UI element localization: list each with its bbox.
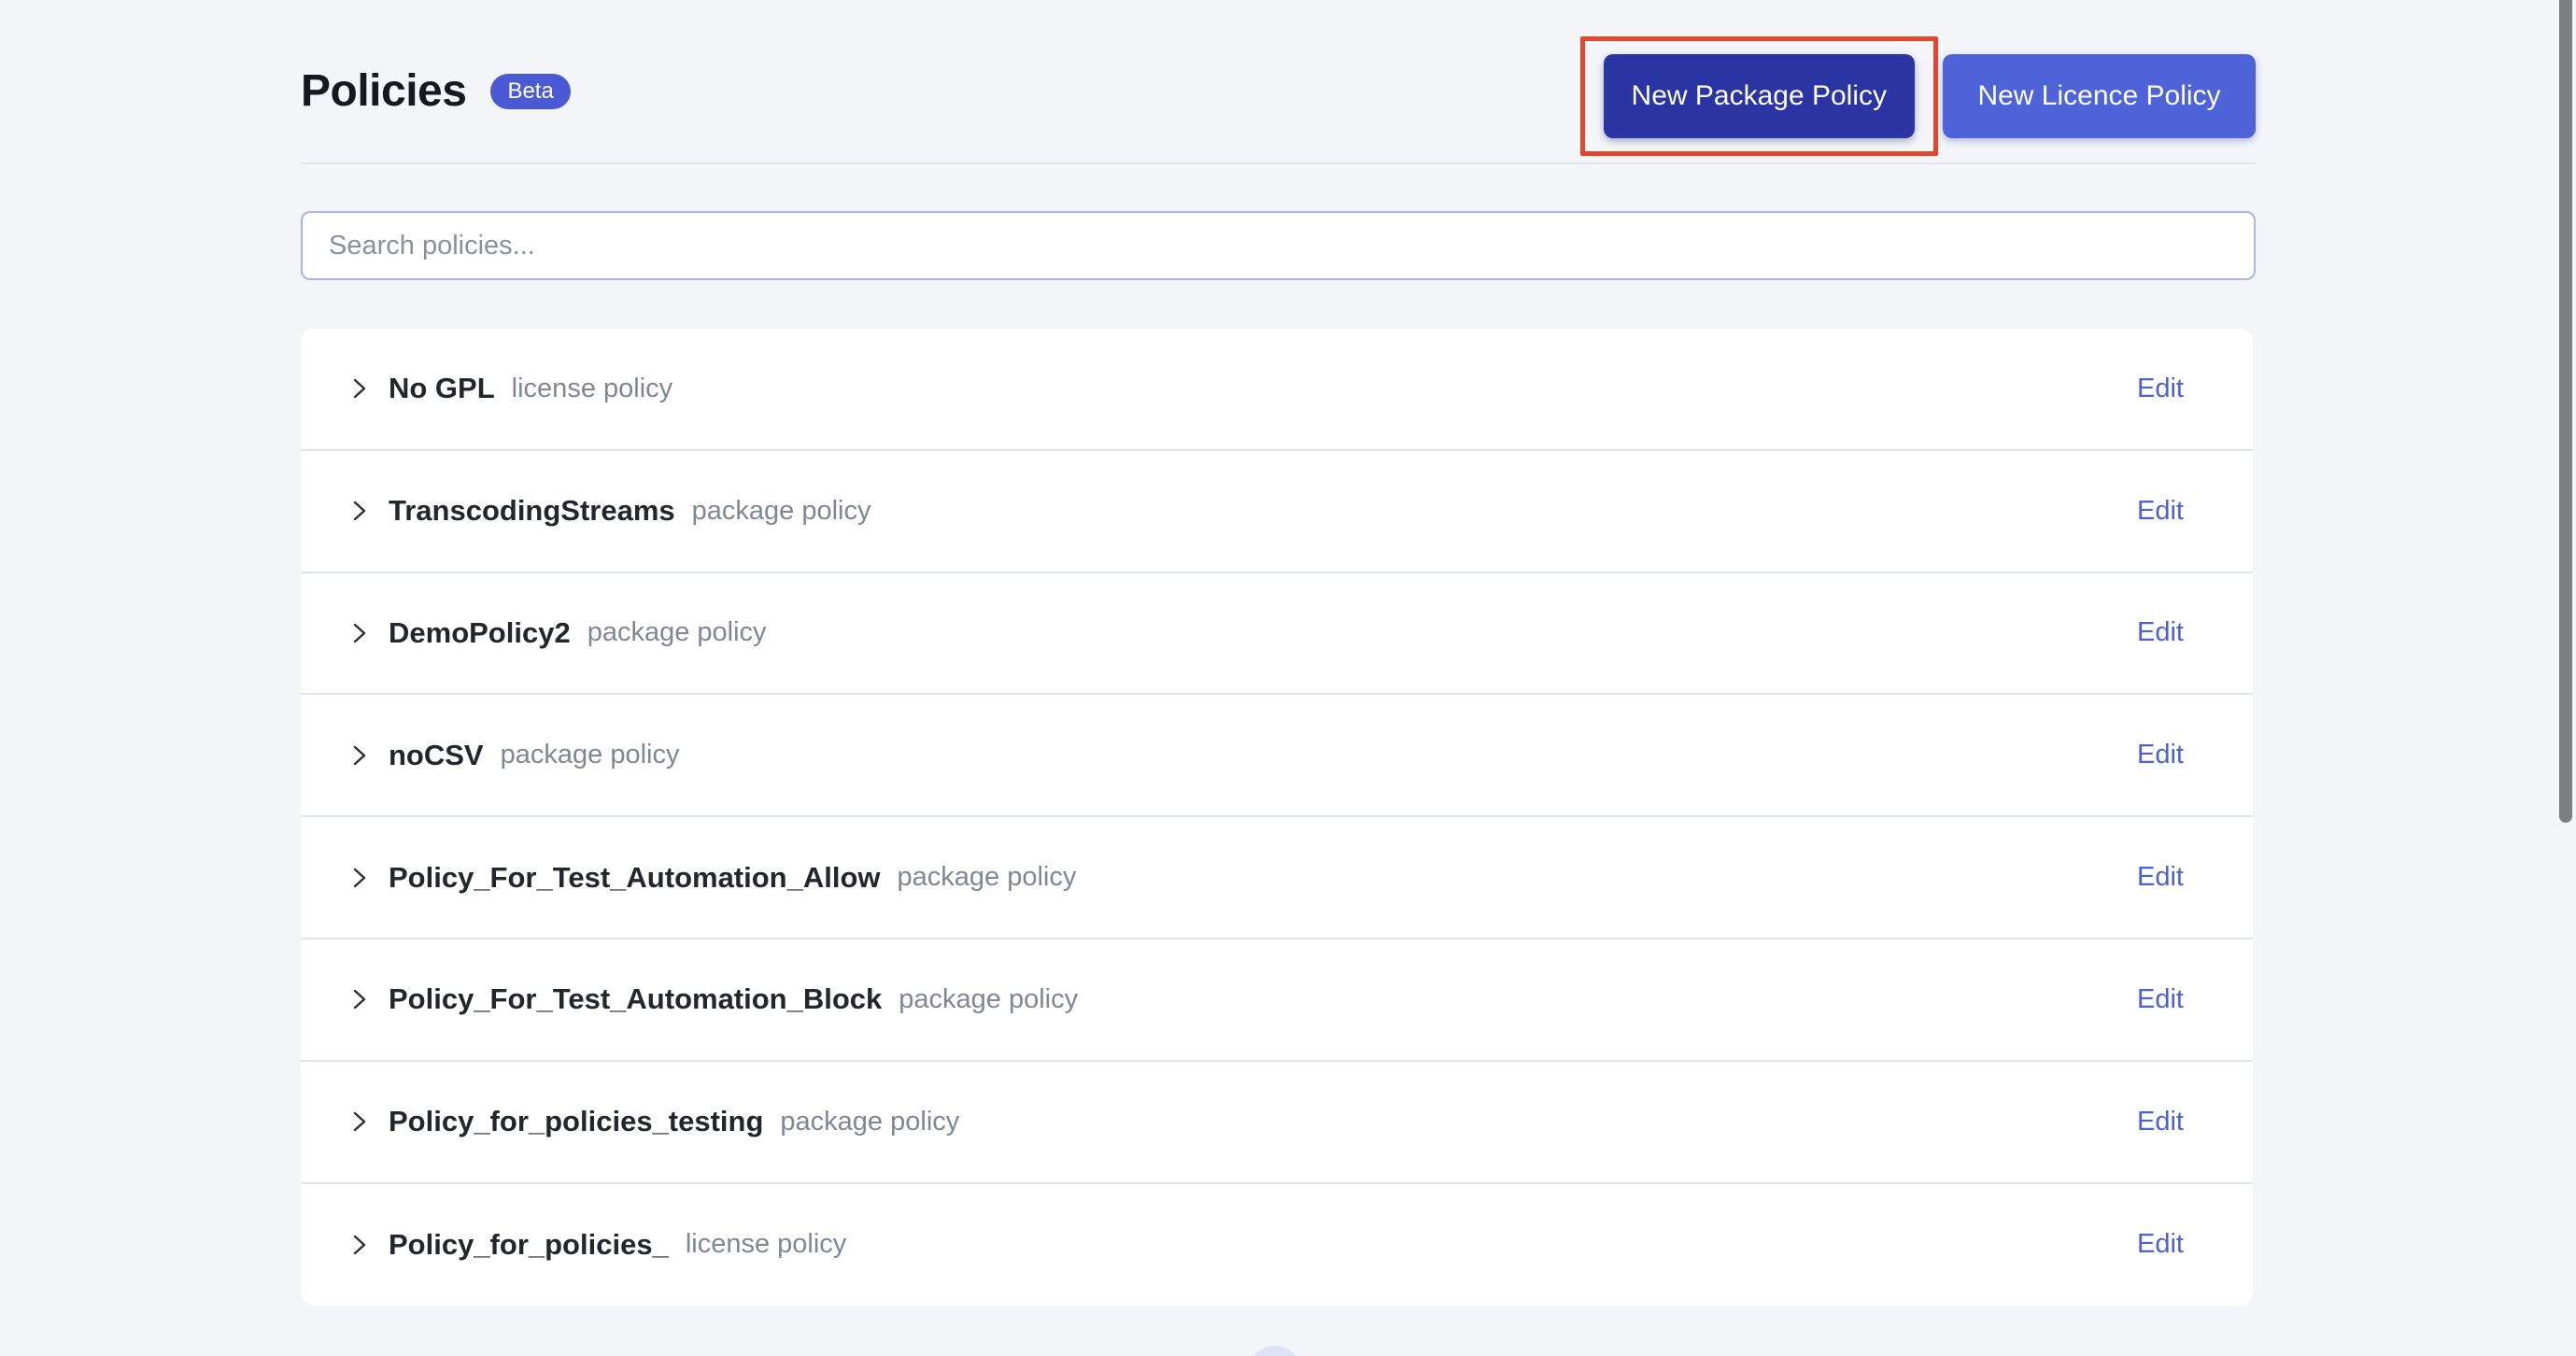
beta-badge: Beta bbox=[490, 73, 571, 109]
policy-name: DemoPolicy2 bbox=[389, 615, 571, 649]
policy-type-label: package policy bbox=[899, 983, 1079, 1014]
policy-row[interactable]: Policy_For_Test_Automation_Block package… bbox=[301, 939, 2253, 1062]
policy-row[interactable]: noCSV package policy Edit bbox=[301, 695, 2253, 818]
policy-name: Policy_for_policies_testing bbox=[389, 1105, 764, 1138]
policy-type-label: package policy bbox=[780, 1106, 960, 1137]
annotation-highlight-box: New Package Policy bbox=[1579, 36, 1938, 156]
search-bar bbox=[301, 211, 2256, 280]
edit-link[interactable]: Edit bbox=[2137, 1229, 2184, 1260]
bottom-peek-element bbox=[1248, 1346, 1302, 1356]
policy-type-label: package policy bbox=[691, 495, 871, 526]
title-group: Policies Beta bbox=[301, 65, 571, 117]
policy-row[interactable]: TranscodingStreams package policy Edit bbox=[301, 451, 2253, 573]
policy-type-label: license policy bbox=[511, 373, 673, 403]
chevron-right-icon[interactable] bbox=[347, 1231, 372, 1259]
policy-list: No GPL license policy Edit TranscodingSt… bbox=[301, 329, 2253, 1307]
scrollbar-thumb[interactable] bbox=[2559, 0, 2572, 823]
policy-row[interactable]: DemoPolicy2 package policy Edit bbox=[301, 573, 2253, 696]
chevron-right-icon[interactable] bbox=[347, 1108, 372, 1136]
edit-link[interactable]: Edit bbox=[2137, 984, 2184, 1015]
edit-link[interactable]: Edit bbox=[2137, 862, 2184, 893]
policy-type-label: package policy bbox=[587, 617, 767, 648]
chevron-right-icon[interactable] bbox=[347, 742, 372, 770]
policy-type-label: package policy bbox=[897, 862, 1077, 893]
edit-link[interactable]: Edit bbox=[2137, 1107, 2184, 1137]
policy-name: noCSV bbox=[389, 738, 484, 771]
policy-name: Policy_For_Test_Automation_Allow bbox=[389, 860, 881, 894]
chevron-right-icon[interactable] bbox=[347, 864, 372, 892]
edit-link[interactable]: Edit bbox=[2137, 740, 2184, 770]
edit-link[interactable]: Edit bbox=[2137, 617, 2184, 648]
search-input[interactable] bbox=[301, 211, 2256, 280]
policy-name: TranscodingStreams bbox=[389, 494, 675, 528]
policy-type-label: license policy bbox=[685, 1229, 847, 1260]
policy-name: Policy_for_policies_ bbox=[389, 1227, 669, 1261]
new-package-policy-button[interactable]: New Package Policy bbox=[1603, 54, 1915, 138]
policies-page: Policies Beta New Package Policy New Lic… bbox=[0, 0, 2576, 1356]
policy-name: No GPL bbox=[389, 372, 495, 405]
edit-link[interactable]: Edit bbox=[2137, 496, 2184, 527]
chevron-right-icon[interactable] bbox=[347, 619, 372, 647]
chevron-right-icon[interactable] bbox=[347, 497, 372, 525]
chevron-right-icon[interactable] bbox=[347, 985, 372, 1013]
policy-row[interactable]: Policy_For_Test_Automation_Allow package… bbox=[301, 817, 2253, 939]
page-title: Policies bbox=[301, 66, 467, 116]
policy-row[interactable]: No GPL license policy Edit bbox=[301, 329, 2253, 451]
edit-link[interactable]: Edit bbox=[2137, 374, 2184, 404]
chevron-right-icon[interactable] bbox=[347, 374, 372, 403]
policy-type-label: package policy bbox=[500, 740, 680, 770]
page-header: Policies Beta New Package Policy New Lic… bbox=[301, 0, 2256, 164]
new-licence-policy-button[interactable]: New Licence Policy bbox=[1943, 54, 2256, 138]
policy-name: Policy_For_Test_Automation_Block bbox=[389, 982, 883, 1016]
policy-row[interactable]: Policy_for_policies_testing package poli… bbox=[301, 1062, 2253, 1184]
policy-row[interactable]: Policy_for_policies_ license policy Edit bbox=[301, 1184, 2253, 1307]
